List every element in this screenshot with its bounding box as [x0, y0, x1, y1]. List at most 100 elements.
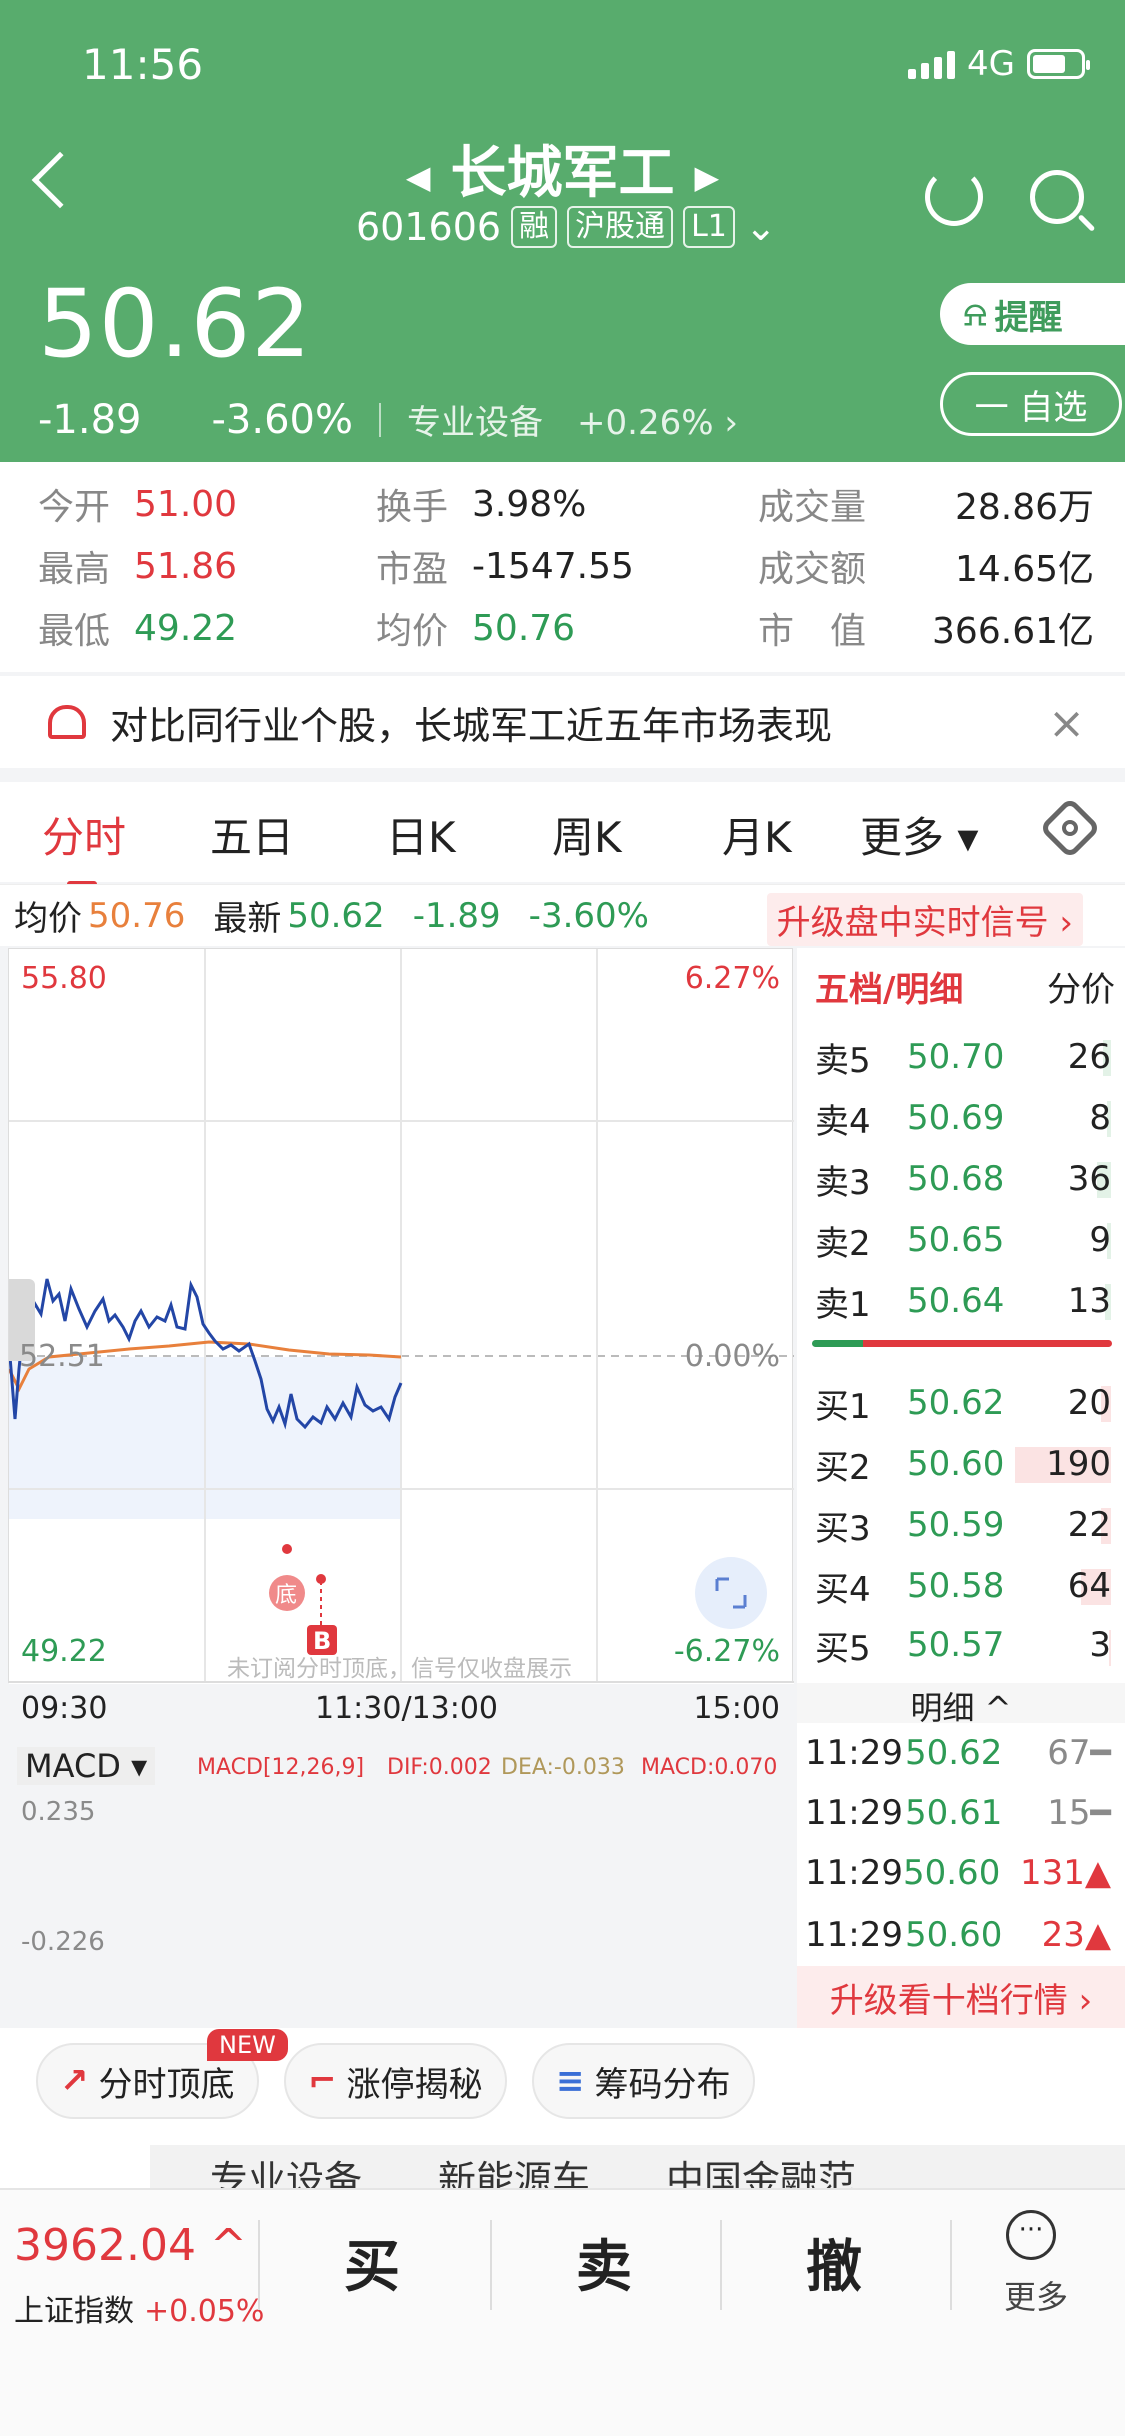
watchlist-button[interactable]: 一 自选	[940, 372, 1122, 436]
divider	[490, 2220, 492, 2310]
remind-label: 提醒	[994, 297, 1063, 338]
fullscreen-button[interactable]	[695, 1557, 767, 1629]
y-mid-label: 52.51	[19, 1339, 105, 1374]
change-row: -1.89 -3.60% 专业设备 +0.26% ›	[38, 395, 738, 444]
bid-row[interactable]: 买3 50.59 22	[815, 1498, 1111, 1552]
refresh-icon[interactable]	[925, 168, 983, 226]
prev-stock-icon[interactable]: ◀	[406, 158, 431, 196]
stat-turnover: 换手 3.98%	[376, 478, 586, 530]
tab-five-day[interactable]: 五日	[210, 804, 294, 865]
tab-monthly-k[interactable]: 月K	[722, 804, 792, 865]
avg-label: 均价	[14, 899, 82, 939]
level-name: 卖2	[815, 1223, 871, 1264]
stat-mcap: 市 值 366.61亿	[758, 602, 1094, 654]
stat-value: 366.61亿	[932, 611, 1094, 652]
trade-vol: 15━	[1047, 1793, 1111, 1833]
ask-row[interactable]: 卖5 50.70 26	[815, 1030, 1111, 1084]
stat-value: 49.22	[134, 607, 238, 649]
level-vol: 3	[1089, 1625, 1111, 1665]
level-name: 卖1	[815, 1284, 871, 1325]
stat-label: 均价	[376, 611, 449, 652]
macd-params: MACD[12,26,9]	[197, 1755, 365, 1780]
bell-icon: ⍾	[964, 294, 987, 334]
chip-chip-distribution[interactable]: ≡ 筹码分布	[532, 2043, 755, 2119]
buy-button[interactable]: 买	[344, 2222, 400, 2303]
tab-weekly-k[interactable]: 周K	[552, 804, 622, 865]
y-bottom-label: 49.22	[21, 1634, 107, 1669]
level-tag[interactable]: L1	[683, 206, 735, 248]
trade-row: 11:29 50.62 67━	[797, 1723, 1125, 1783]
upgrade-signal-button[interactable]: 升级盘中实时信号 ›	[766, 893, 1083, 946]
upgrade-ten-levels-button[interactable]: 升级看十档行情 ›	[797, 1966, 1125, 2028]
macd-selector[interactable]: MACD ▾	[17, 1747, 156, 1785]
bid-row[interactable]: 买1 50.62 20	[815, 1376, 1111, 1430]
level-price: 50.69	[907, 1098, 1005, 1138]
search-icon[interactable]	[1030, 170, 1084, 224]
more-icon[interactable]: ···	[1006, 2210, 1056, 2260]
macd-dif-value: DIF:0.002	[387, 1755, 492, 1780]
chevron-down-icon[interactable]: ⌄	[745, 205, 777, 249]
remind-button[interactable]: ⍾ 提醒	[940, 283, 1125, 345]
sector-link[interactable]: 专业设备 +0.26% ›	[407, 395, 738, 444]
index-value[interactable]: 3962.04 ^	[14, 2220, 247, 2271]
level-price: 50.64	[907, 1281, 1005, 1321]
concept-tags-strip[interactable]: 专业设备 新能源车 中国金融范	[150, 2145, 1125, 2188]
level-price: 50.70	[907, 1037, 1005, 1077]
stat-value: 50.76	[472, 607, 576, 649]
bid-row[interactable]: 买5 50.57 3	[815, 1620, 1111, 1670]
promo-text: 对比同行业个股，长城军工近五年市场表现	[110, 703, 833, 748]
next-stock-icon[interactable]: ▶	[695, 158, 720, 196]
level-vol: 190	[1046, 1444, 1111, 1484]
sell-button[interactable]: 卖	[576, 2222, 632, 2303]
divider	[950, 2220, 952, 2310]
trend-icon: ↗	[60, 2061, 89, 2101]
level-name: 买3	[815, 1508, 871, 1549]
cancel-order-button[interactable]: 撤	[806, 2222, 862, 2303]
ask-row[interactable]: 卖1 50.64 13	[815, 1274, 1111, 1328]
close-icon[interactable]: ×	[1048, 698, 1085, 749]
network-label: 4G	[967, 44, 1015, 84]
tab-daily-k[interactable]: 日K	[386, 804, 456, 865]
tab-five-levels[interactable]: 五档/明细	[815, 962, 963, 1011]
settings-icon[interactable]	[1038, 796, 1102, 860]
last-label: 最新	[213, 899, 282, 939]
level-vol: 36	[1067, 1159, 1111, 1199]
macd-dea-value: DEA:-0.033	[501, 1755, 625, 1780]
y-bottom-pct-label: -6.27%	[673, 1634, 780, 1669]
quote-stats: 今开 51.00 最高 51.86 最低 49.22 换手 3.98% 市盈 -1547.…	[0, 462, 1125, 672]
trade-time: 11:29	[805, 1733, 903, 1773]
connect-tag: 沪股通	[567, 206, 674, 248]
level-vol: 9	[1089, 1220, 1111, 1260]
stat-value: 51.00	[134, 483, 238, 525]
level-vol: 20	[1067, 1383, 1111, 1423]
tab-more[interactable]: 更多 ▾	[860, 804, 978, 865]
battery-icon	[1027, 49, 1090, 79]
stat-label: 成交量	[758, 487, 867, 528]
trade-price: 50.60	[902, 1853, 1001, 1893]
trade-row: 11:29 50.60 23▲	[797, 1903, 1125, 1966]
trade-time: 11:29	[805, 1793, 903, 1833]
bid-row[interactable]: 买2 50.60 190	[815, 1437, 1111, 1491]
macd-value: MACD:0.070	[641, 1755, 778, 1780]
intraday-chart[interactable]: 55.80 6.27% 52.51 0.00% 49.22 -6.27% 未订阅…	[8, 948, 794, 1957]
tab-intraday[interactable]: 分时	[42, 804, 126, 887]
level-vol: 26	[1067, 1037, 1111, 1077]
current-price: 50.62	[38, 270, 313, 379]
chip-label: 分时顶底	[98, 2064, 235, 2105]
level-price: 50.59	[907, 1505, 1005, 1545]
stat-value: 14.65亿	[954, 549, 1094, 590]
promo-banner[interactable]: 对比同行业个股，长城军工近五年市场表现 ×	[0, 676, 1125, 768]
stat-label: 换手	[376, 487, 449, 528]
chip-limit-up[interactable]: ⌐ 涨停揭秘	[284, 2043, 507, 2119]
more-label[interactable]: 更多	[1004, 2272, 1068, 2318]
divider	[379, 402, 382, 437]
level-name: 卖5	[815, 1040, 871, 1081]
tab-price-dist[interactable]: 分价	[1047, 962, 1115, 1011]
ask-row[interactable]: 卖3 50.68 36	[815, 1152, 1111, 1206]
ask-row[interactable]: 卖4 50.69 8	[815, 1091, 1111, 1145]
ask-row[interactable]: 卖2 50.65 9	[815, 1213, 1111, 1267]
level-name: 买4	[815, 1569, 871, 1610]
level-price: 50.68	[907, 1159, 1005, 1199]
bid-row[interactable]: 买4 50.58 64	[815, 1559, 1111, 1613]
level-price: 50.65	[907, 1220, 1005, 1260]
